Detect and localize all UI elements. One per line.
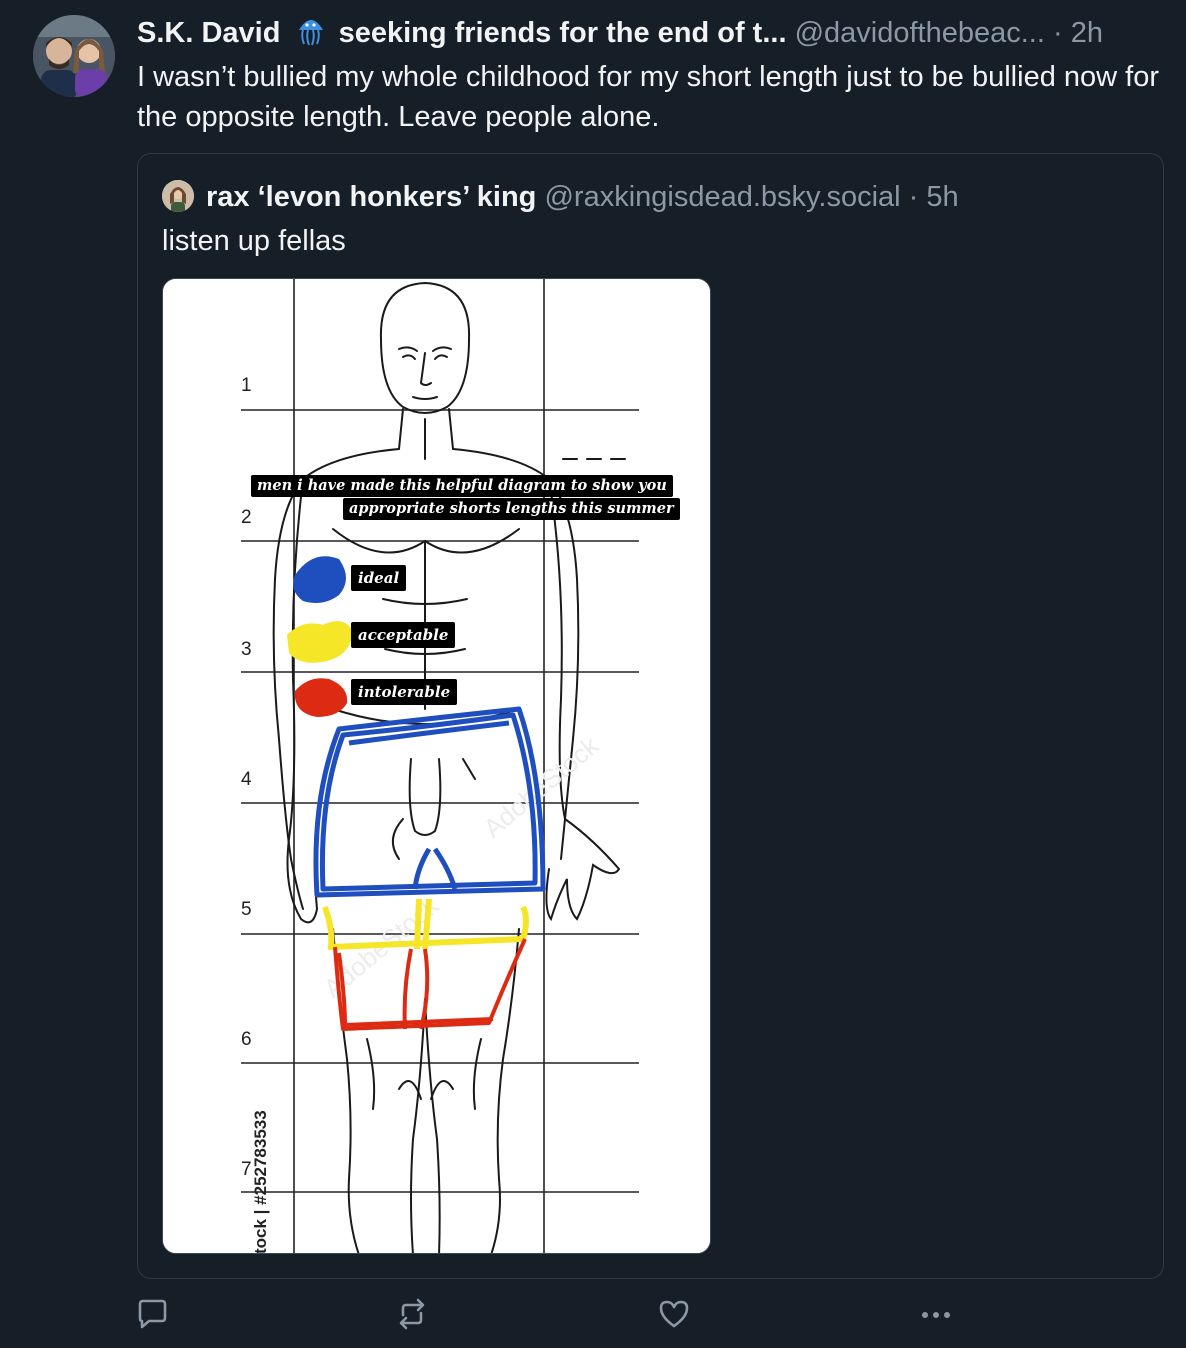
author-handle[interactable]: @davidofthebeac... — [795, 17, 1045, 49]
author-avatar[interactable] — [33, 15, 115, 97]
row-number-6: 6 — [241, 1029, 252, 1050]
jellyfish-icon — [297, 16, 325, 56]
reply-button[interactable] — [130, 1292, 174, 1336]
quoted-time-separator: · — [908, 181, 919, 213]
time-separator: · — [1052, 17, 1063, 49]
row-number-7: 7 — [241, 1159, 252, 1180]
quoted-post-header: rax ‘levon honkers’ king @raxkingisdead.… — [206, 178, 959, 216]
post-text: I wasn’t bullied my whole childhood for … — [137, 61, 1159, 133]
label-ideal: ideal — [351, 565, 407, 591]
figure-drawing: AdobeStock AdobeStock — [163, 279, 710, 1253]
quoted-post-time[interactable]: 5h — [926, 181, 958, 213]
repost-icon — [399, 1298, 425, 1330]
quoted-author-avatar[interactable] — [162, 180, 194, 212]
author-display-suffix[interactable]: seeking friends for the end of t... — [339, 17, 787, 49]
reply-icon — [138, 1299, 167, 1329]
more-button[interactable] — [914, 1292, 958, 1336]
heart-icon — [659, 1300, 689, 1328]
more-icon — [922, 1312, 950, 1318]
like-button[interactable] — [652, 1292, 696, 1336]
quoted-author-handle[interactable]: @raxkingisdead.bsky.social — [544, 181, 900, 213]
row-number-3: 3 — [241, 639, 252, 660]
row-number-1: 1 — [241, 375, 252, 396]
post-time[interactable]: 2h — [1071, 17, 1103, 49]
quoted-author-name[interactable]: rax ‘levon honkers’ king — [206, 181, 536, 213]
row-number-4: 4 — [241, 769, 252, 790]
row-number-2: 2 — [241, 507, 252, 528]
label-intolerable: intolerable — [351, 679, 458, 705]
image-caption-line-2: appropriate shorts lengths this summer — [343, 498, 680, 520]
image-caption-line-1: men i have made this helpful diagram to … — [251, 475, 673, 497]
stock-watermark: tock | #252783533 — [251, 1110, 270, 1254]
label-acceptable: acceptable — [351, 622, 456, 648]
quoted-post-text: listen up fellas — [162, 225, 346, 257]
repost-button[interactable] — [390, 1292, 434, 1336]
post-actions — [0, 1292, 1186, 1336]
author-name[interactable]: S.K. David — [137, 17, 280, 49]
quoted-post-image[interactable]: AdobeStock AdobeStock men i have made th… — [162, 278, 711, 1254]
post-header: S.K. David seeking friends for the end o… — [137, 14, 1172, 56]
row-number-5: 5 — [241, 899, 252, 920]
